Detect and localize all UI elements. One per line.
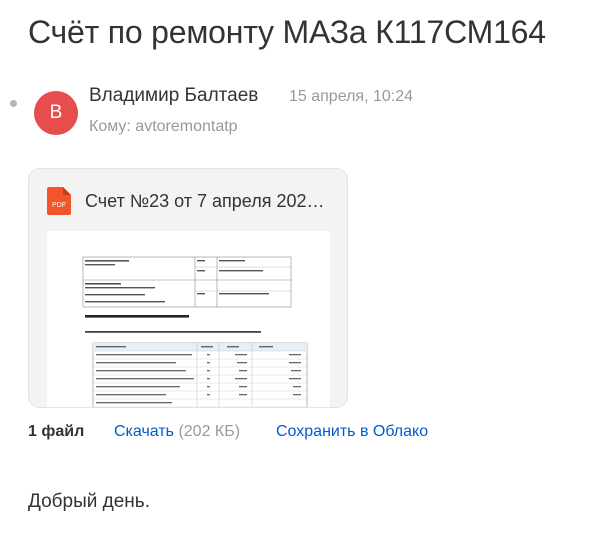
sender-name[interactable]: Владимир Балтаев [89,84,258,108]
download-label[interactable]: Скачать [114,423,174,440]
pdf-icon: PDF [47,187,71,215]
email-date: 15 апреля, 10:24 [289,88,413,105]
attachment-name[interactable]: Счет №23 от 7 апреля 202… [85,189,325,213]
download-link[interactable]: Скачать (202 КБ) [114,423,240,441]
email-body-text: Добрый день. [28,491,150,512]
avatar[interactable]: В [34,91,78,135]
save-to-cloud-link[interactable]: Сохранить в Облако [276,423,428,441]
attachment-preview[interactable] [47,231,330,407]
document-thumbnail [82,256,308,407]
attachment-card[interactable]: PDF Счет №23 от 7 апреля 202… [28,168,348,408]
download-size: (202 КБ) [178,423,241,440]
recipient-line[interactable]: Кому: avtoremontatp [89,116,238,138]
email-subject: Счёт по ремонту МАЗа К117СМ164 [28,14,546,50]
files-count: 1 файл [28,423,85,440]
svg-text:PDF: PDF [52,202,66,209]
unread-indicator[interactable] [10,100,17,107]
